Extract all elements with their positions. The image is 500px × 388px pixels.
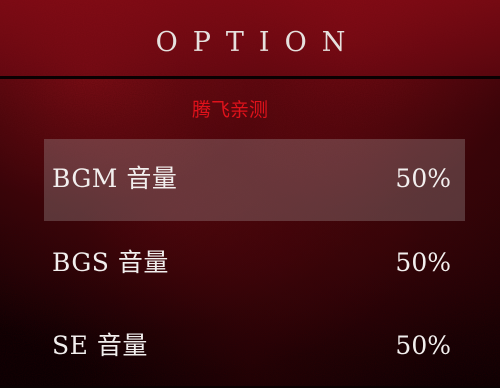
option-value: 50% — [395, 331, 451, 360]
screen-title: OPTION — [155, 27, 361, 58]
option-value: 50% — [395, 164, 451, 193]
option-bgm-volume[interactable]: BGM 音量 50% — [44, 139, 465, 221]
option-value: 50% — [395, 248, 451, 277]
title-divider — [0, 76, 500, 79]
option-label: BGM 音量 — [52, 164, 178, 193]
option-se-volume[interactable]: SE 音量 50% — [44, 306, 465, 388]
watermark-text: 腾飞亲测 — [191, 99, 268, 121]
option-label: SE 音量 — [52, 331, 148, 360]
option-label: BGS 音量 — [52, 248, 169, 277]
option-bgs-volume[interactable]: BGS 音量 50% — [44, 223, 465, 305]
